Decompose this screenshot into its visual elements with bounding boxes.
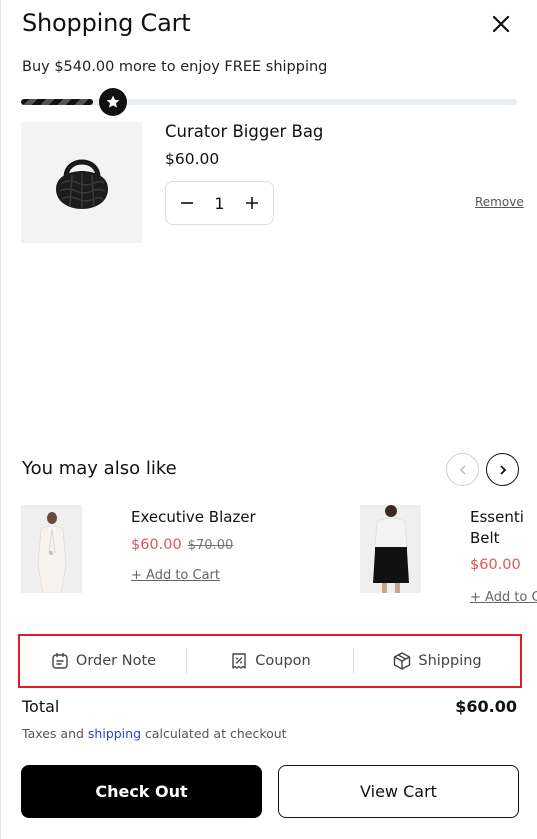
quantity-stepper: 1 <box>165 181 274 225</box>
tax-note: Taxes and shipping calculated at checkou… <box>22 726 287 741</box>
add-to-cart-link[interactable]: + Add to Cart <box>470 590 537 605</box>
quantity-value[interactable]: 1 <box>214 194 224 213</box>
coupon-icon <box>232 653 246 669</box>
checkout-button[interactable]: Check Out <box>21 765 262 818</box>
sale-price: $60.00 <box>470 557 521 573</box>
star-icon <box>99 88 127 116</box>
minus-icon[interactable] <box>178 194 196 212</box>
shipping-button[interactable]: Shipping <box>354 636 520 686</box>
original-price: $70.00 <box>187 538 234 553</box>
shipping-label: Shipping <box>418 653 482 669</box>
recommendation-name[interactable]: Essenti Belt <box>470 507 524 549</box>
tax-note-prefix: Taxes and <box>22 726 88 741</box>
total-value: $60.00 <box>455 697 517 716</box>
note-icon <box>52 652 68 669</box>
view-cart-button[interactable]: View Cart <box>278 765 519 818</box>
cart-drawer: Shopping Cart Buy $540.00 more to enjoy … <box>0 0 537 839</box>
cart-tools-bar: Order Note Coupon Shipping <box>18 634 522 688</box>
chevron-right-icon[interactable] <box>486 453 519 486</box>
plus-icon[interactable] <box>243 194 261 212</box>
recommendation-price: $60.00 <box>470 557 521 573</box>
product-image-belt[interactable] <box>360 505 421 593</box>
tax-note-suffix: calculated at checkout <box>141 726 287 741</box>
remove-link[interactable]: Remove <box>475 195 524 209</box>
product-image-bag[interactable] <box>21 122 142 243</box>
close-icon[interactable] <box>489 12 513 36</box>
total-label: Total <box>22 697 60 716</box>
order-note-button[interactable]: Order Note <box>20 636 186 686</box>
product-image-blazer[interactable] <box>21 505 82 593</box>
recommendations-title: You may also like <box>22 458 177 479</box>
sale-price: $60.00 <box>131 537 182 553</box>
coupon-button[interactable]: Coupon <box>187 636 353 686</box>
recommendation-name[interactable]: Executive Blazer <box>131 507 256 528</box>
chevron-left-icon[interactable] <box>446 453 479 486</box>
cart-item-price: $60.00 <box>165 150 220 168</box>
recommendation-price: $60.00 $70.00 <box>131 537 233 553</box>
free-shipping-message: Buy $540.00 more to enjoy FREE shipping <box>22 59 328 75</box>
box-icon <box>394 652 411 670</box>
add-to-cart-link[interactable]: + Add to Cart <box>131 568 220 583</box>
cart-title: Shopping Cart <box>22 9 191 37</box>
coupon-label: Coupon <box>255 653 311 669</box>
shipping-link[interactable]: shipping <box>88 726 141 741</box>
cart-item-name[interactable]: Curator Bigger Bag <box>165 122 323 141</box>
shipping-progress-bar <box>21 88 517 116</box>
shipping-progress-fill <box>21 99 93 105</box>
order-note-label: Order Note <box>75 653 157 669</box>
